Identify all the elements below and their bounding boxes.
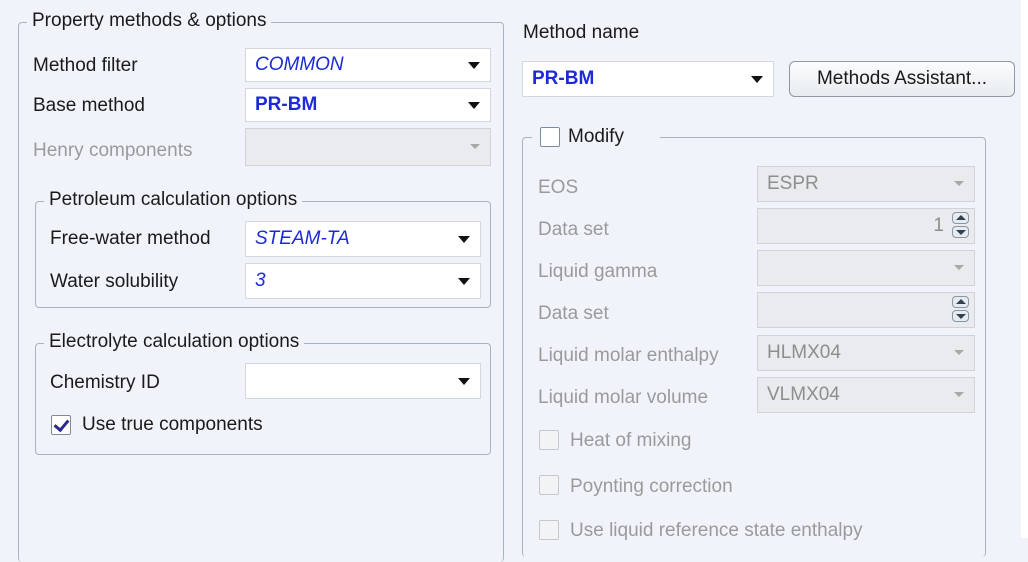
liquid-molar-enthalpy-label: Liquid molar enthalpy	[538, 345, 719, 366]
data-set-1-spinner[interactable]: 1	[757, 208, 975, 244]
chevron-down-icon	[751, 76, 763, 83]
chevron-down-icon	[470, 144, 480, 149]
chevron-down-icon	[954, 265, 964, 270]
method-name-value: PR-BM	[532, 68, 595, 89]
base-method-label: Base method	[33, 95, 145, 116]
petroleum-options-legend: Petroleum calculation options	[44, 189, 303, 211]
water-solubility-value: 3	[255, 270, 266, 291]
data-set-1-label: Data set	[538, 219, 609, 240]
chemistry-id-select[interactable]	[245, 363, 481, 399]
modify-legend: Modify	[532, 122, 660, 152]
eos-select[interactable]: ESPR	[757, 166, 975, 202]
method-filter-label: Method filter	[33, 55, 138, 76]
liquid-gamma-select[interactable]	[757, 250, 975, 286]
heat-of-mixing-checkbox[interactable]	[539, 430, 559, 450]
liquid-molar-volume-value: VLMX04	[767, 384, 840, 405]
chevron-down-icon	[468, 102, 480, 109]
poynting-correction-label[interactable]: Poynting correction	[570, 476, 733, 498]
base-method-select[interactable]: PR-BM	[245, 88, 491, 122]
window-right-edge	[1021, 0, 1028, 538]
chevron-down-icon	[954, 350, 964, 355]
liquid-molar-volume-label: Liquid molar volume	[538, 387, 709, 408]
henry-components-label: Henry components	[33, 140, 193, 161]
data-set-1-spin-buttons	[952, 212, 970, 240]
chemistry-id-label: Chemistry ID	[50, 372, 160, 393]
spin-down-icon[interactable]	[952, 226, 969, 238]
free-water-method-value: STEAM-TA	[255, 228, 350, 249]
liquid-molar-enthalpy-value: HLMX04	[767, 342, 841, 363]
method-name-select[interactable]: PR-BM	[522, 61, 774, 97]
use-true-components-checkbox[interactable]	[51, 415, 71, 435]
chevron-down-icon	[458, 278, 470, 285]
use-liquid-reference-label[interactable]: Use liquid reference state enthalpy	[570, 520, 863, 542]
methods-assistant-button[interactable]: Methods Assistant...	[789, 61, 1015, 97]
electrolyte-options-legend: Electrolyte calculation options	[44, 331, 305, 353]
property-methods-legend: Property methods & options	[27, 10, 272, 32]
modify-label[interactable]: Modify	[568, 126, 624, 148]
method-filter-value: COMMON	[255, 54, 344, 75]
water-solubility-label: Water solubility	[50, 271, 179, 292]
poynting-correction-checkbox[interactable]	[539, 475, 559, 495]
spin-up-icon[interactable]	[952, 296, 969, 308]
data-set-1-value: 1	[933, 215, 944, 236]
base-method-value: PR-BM	[255, 94, 318, 115]
chevron-down-icon	[458, 378, 470, 385]
data-set-2-spinner[interactable]	[757, 292, 975, 328]
use-true-components-label[interactable]: Use true components	[82, 414, 263, 436]
liquid-molar-enthalpy-select[interactable]: HLMX04	[757, 335, 975, 371]
data-set-2-spin-buttons	[952, 296, 970, 324]
method-filter-select[interactable]: COMMON	[245, 48, 491, 82]
heat-of-mixing-label[interactable]: Heat of mixing	[570, 430, 691, 452]
eos-label: EOS	[538, 177, 579, 198]
data-set-2-label: Data set	[538, 303, 609, 324]
free-water-method-label: Free-water method	[50, 228, 211, 249]
use-liquid-reference-checkbox[interactable]	[539, 520, 559, 540]
henry-components-select[interactable]	[245, 128, 491, 166]
spin-up-icon[interactable]	[952, 212, 969, 224]
spin-down-icon[interactable]	[952, 310, 969, 322]
electrolyte-options-group	[35, 343, 491, 455]
chevron-down-icon	[458, 236, 470, 243]
chevron-down-icon	[468, 62, 480, 69]
chevron-down-icon	[954, 392, 964, 397]
method-name-label: Method name	[523, 22, 640, 43]
modify-checkbox[interactable]	[540, 127, 560, 147]
water-solubility-select[interactable]: 3	[245, 263, 481, 299]
eos-value: ESPR	[767, 173, 819, 194]
liquid-molar-volume-select[interactable]: VLMX04	[757, 377, 975, 413]
free-water-method-select[interactable]: STEAM-TA	[245, 221, 481, 257]
chevron-down-icon	[954, 181, 964, 186]
liquid-gamma-label: Liquid gamma	[538, 261, 658, 282]
